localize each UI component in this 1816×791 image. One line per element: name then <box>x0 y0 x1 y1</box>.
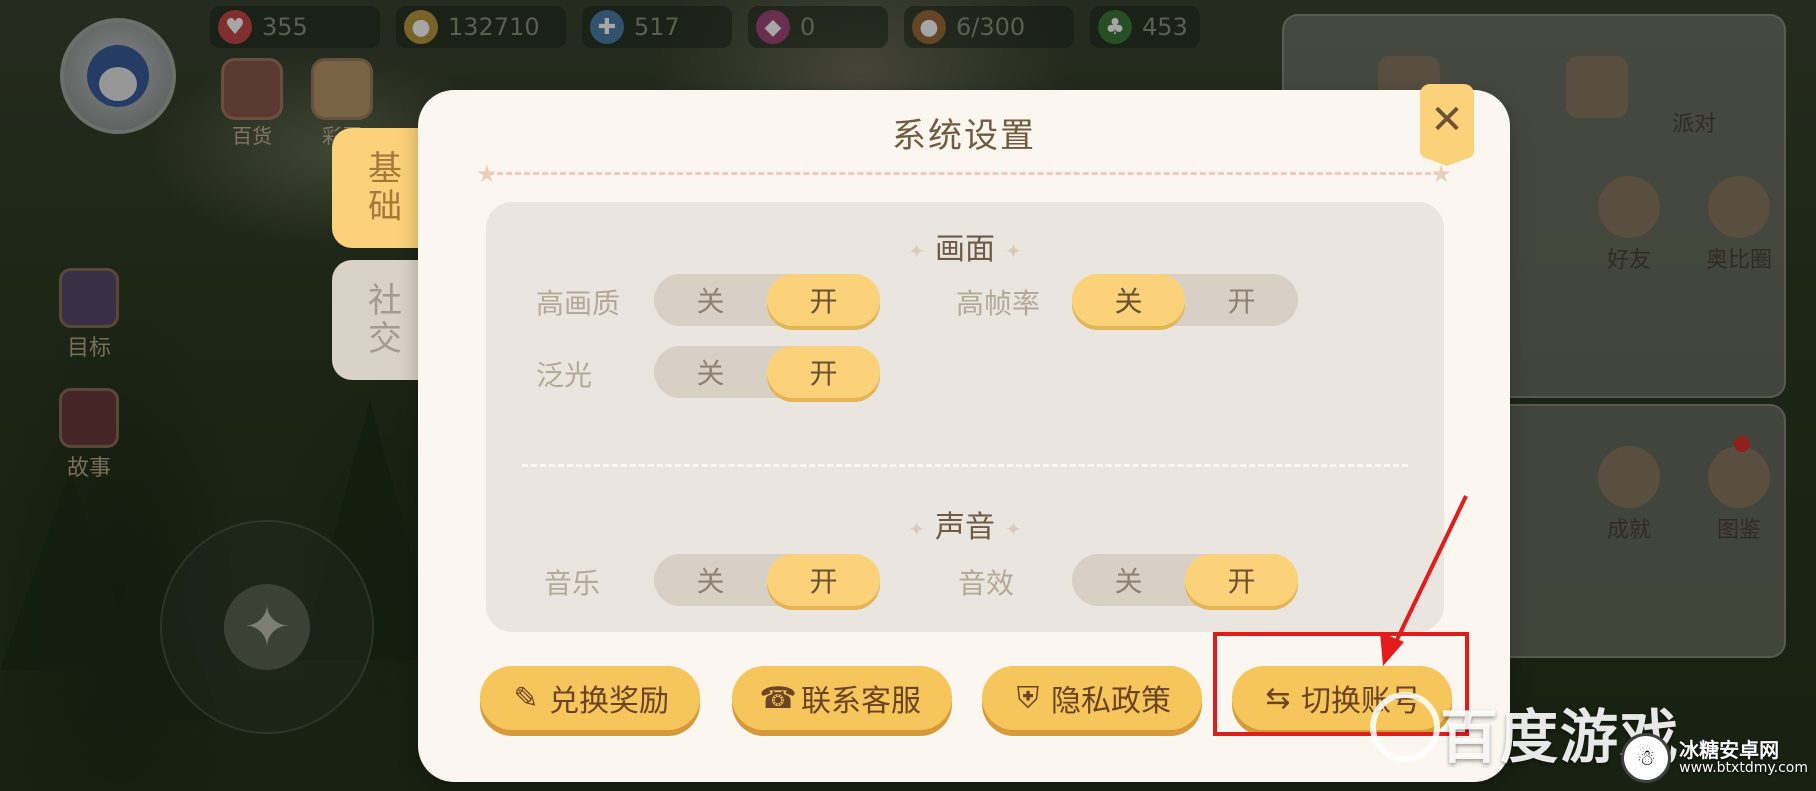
annotation-arrow <box>1380 495 1468 666</box>
site-watermark-name: 冰糖安卓网 <box>1679 738 1780 763</box>
site-logo-icon: ☃ <box>1621 733 1672 783</box>
site-watermark: ☃ 冰糖安卓网 www.btxtdmy.com <box>1621 733 1808 783</box>
baidu-watermark-logo <box>1370 692 1440 762</box>
site-watermark-url: www.btxtdmy.com <box>1679 760 1808 777</box>
arrow-shaft <box>1391 495 1468 649</box>
